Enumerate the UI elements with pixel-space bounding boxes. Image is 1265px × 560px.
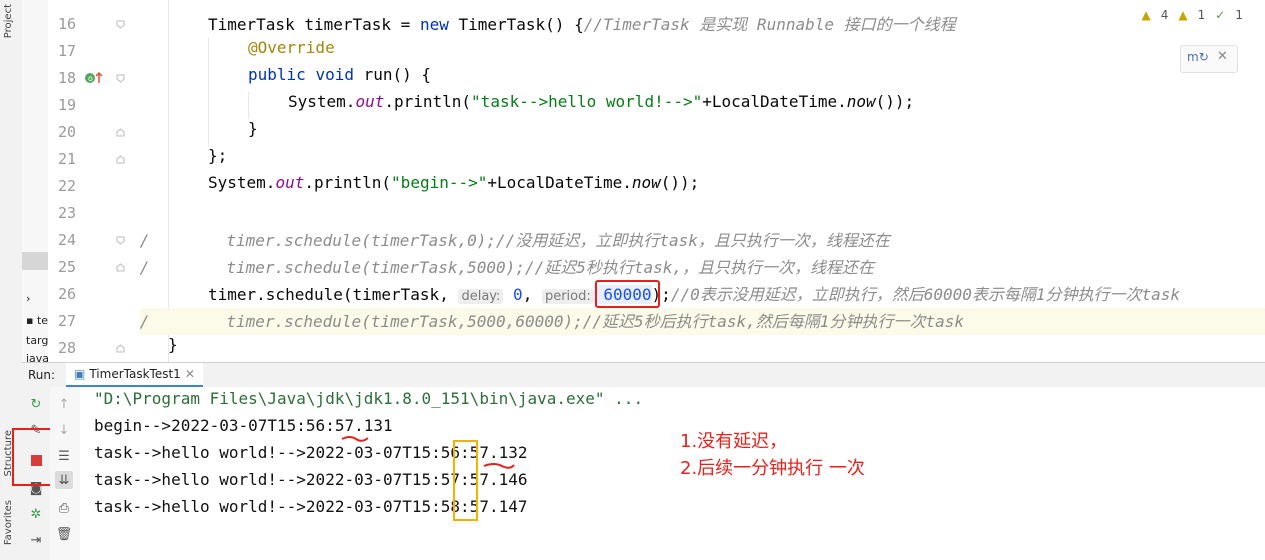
run-config-icon: ▣	[74, 367, 86, 381]
soft-wrap-icon[interactable]: ☰	[55, 447, 73, 465]
code-line-28[interactable]: }	[140, 335, 1265, 362]
console-command: "D:\Program Files\Java\jdk\jdk1.8.0_151\…	[94, 389, 644, 408]
close-icon[interactable]: ✕	[1217, 49, 1228, 64]
line-number: 28	[57, 339, 76, 357]
override-gutter-icon[interactable]: o	[84, 70, 104, 90]
fold-marker-icon[interactable]	[116, 344, 125, 353]
rerun-icon[interactable]: ↻	[27, 395, 45, 413]
fold-marker-icon[interactable]	[116, 74, 125, 83]
code-line-27[interactable]: // timer.schedule(timerTask,5000,60000);…	[140, 308, 1265, 335]
login-icon[interactable]: ⇥	[27, 531, 45, 549]
param-hint-period: period:	[541, 289, 594, 304]
console-output[interactable]: "D:\Program Files\Java\jdk\jdk1.8.0_151\…	[80, 387, 1265, 560]
line-number: 22	[57, 177, 76, 195]
annotation-note-2: 2.后续一分钟执行 一次	[680, 458, 865, 479]
line-number: 17	[57, 42, 76, 60]
trash-icon[interactable]: 🗑	[55, 525, 73, 543]
maven-reload-popup[interactable]: m↻ ✕	[1180, 45, 1238, 73]
line-number: 24	[57, 231, 76, 249]
maven-reload-icon[interactable]: m↻	[1187, 50, 1209, 64]
selected-row	[22, 252, 48, 270]
tab-timertasktest1[interactable]: ▣ TimerTaskTest1 ✕	[66, 363, 203, 387]
fold-marker-icon[interactable]	[116, 20, 125, 29]
code-line-23[interactable]	[140, 200, 1265, 227]
line-number: 19	[57, 96, 76, 114]
annotation-box	[453, 440, 478, 521]
code-line-25[interactable]: // timer.schedule(timerTask,5000);//延迟5秒…	[140, 254, 1265, 281]
run-tool-header: Run: ▣ TimerTaskTest1 ✕	[22, 362, 1265, 388]
code-line-17[interactable]: @Override	[140, 38, 1265, 65]
down-arrow-icon[interactable]: ↓	[55, 421, 73, 439]
ok-check-icon: ✓	[1215, 8, 1226, 22]
code-line-21[interactable]: };	[140, 146, 1265, 173]
project-item[interactable]: targ	[26, 334, 48, 347]
annotation-note-1: 1.没有延迟，	[680, 431, 788, 452]
warning-icon: ▲	[1141, 8, 1151, 22]
code-line-26[interactable]: timer.schedule(timerTask, delay: 0, peri…	[140, 281, 1265, 308]
line-number: 26	[57, 285, 76, 303]
line-number: 25	[57, 258, 76, 276]
inspection-widget[interactable]: ▲ 4 ▲ 1 ✓ 1	[1142, 8, 1243, 22]
console-toolbar: ↑ ↓ ☰ ⇊ ⎙ 🗑	[50, 387, 81, 560]
fold-marker-icon[interactable]	[116, 128, 125, 137]
fold-marker-icon[interactable]	[116, 236, 125, 245]
expand-arrow-icon[interactable]: ›	[26, 292, 30, 305]
print-icon[interactable]: ⎙	[55, 499, 73, 517]
param-hint-delay: delay:	[458, 289, 504, 304]
weak-warning-icon: ▲	[1178, 8, 1188, 22]
line-number: 23	[57, 204, 76, 222]
code-line-19[interactable]: System.out.println("task-->hello world!-…	[140, 92, 1265, 119]
project-tool-tab[interactable]: Project	[3, 4, 14, 38]
run-label: Run:	[28, 368, 56, 382]
fold-marker-icon[interactable]	[116, 155, 125, 164]
annotation-underline	[341, 436, 369, 442]
scroll-to-end-icon[interactable]: ⇊	[55, 471, 73, 489]
line-number: 20	[57, 123, 76, 141]
editor-gutter: 16 17 18 19 20 21 22 23 24 25 26 27 28 o	[48, 0, 140, 362]
code-line-22[interactable]: System.out.println("begin-->"+LocalDateT…	[140, 173, 1265, 200]
debug-icon[interactable]: ✲	[27, 505, 45, 523]
project-item[interactable]: java	[26, 352, 48, 362]
up-arrow-icon[interactable]: ↑	[55, 395, 73, 413]
line-number: 27	[57, 312, 76, 330]
svg-text:o: o	[88, 74, 93, 83]
tab-label: TimerTaskTest1	[89, 367, 181, 381]
annotation-box	[595, 280, 660, 308]
annotation-underline	[483, 463, 515, 469]
close-icon[interactable]: ✕	[185, 367, 195, 381]
code-line-18[interactable]: public void run() {	[140, 65, 1265, 92]
code-editor[interactable]: TimerTask timerTask = new TimerTask() {/…	[140, 0, 1265, 362]
code-line-16[interactable]: TimerTask timerTask = new TimerTask() {/…	[140, 11, 1265, 38]
line-number: 21	[57, 150, 76, 168]
line-number: 16	[57, 15, 76, 33]
fold-marker-icon[interactable]	[116, 263, 125, 272]
code-line-24[interactable]: // timer.schedule(timerTask,0);//没用延迟，立即…	[140, 227, 1265, 254]
line-number: 18	[57, 69, 76, 87]
project-item[interactable]: ▪ te	[26, 314, 48, 327]
project-panel: › ▪ te targ java	[22, 0, 49, 362]
code-line-20[interactable]: }	[140, 119, 1265, 146]
favorites-tool-tab[interactable]: Favorites	[3, 500, 14, 545]
